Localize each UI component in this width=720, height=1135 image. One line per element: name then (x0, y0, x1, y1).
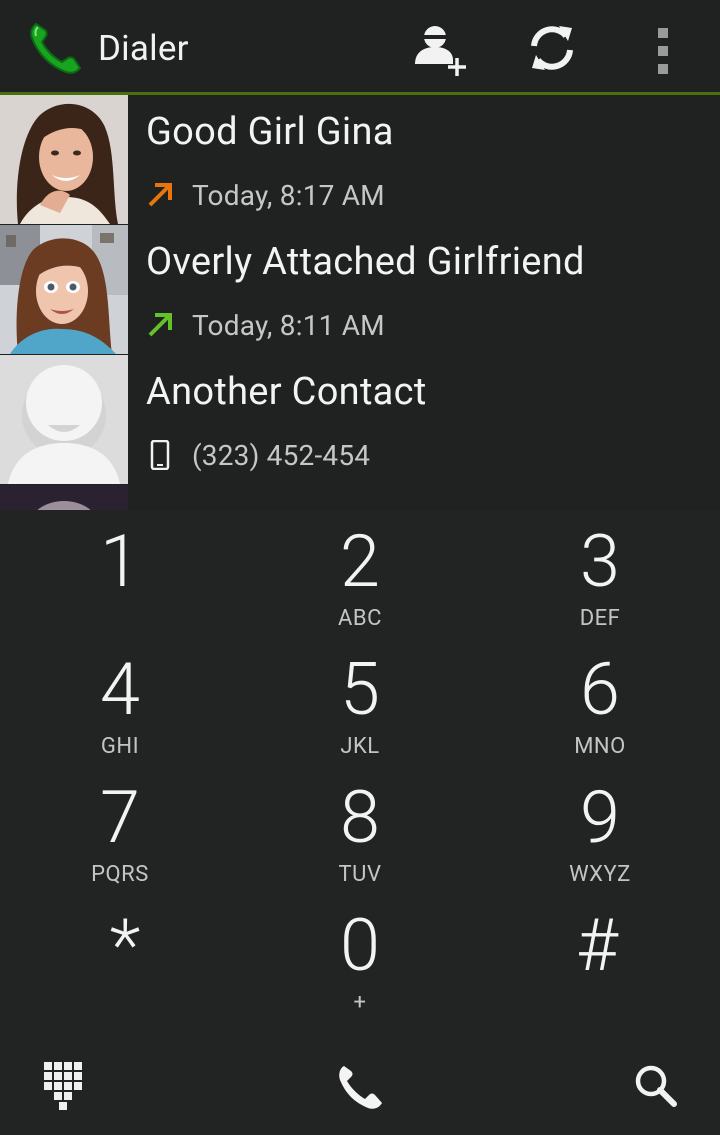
key-letters: PQRS (91, 862, 149, 887)
bottom-action-bar (0, 1035, 720, 1135)
dialpad-key-3[interactable]: 3 DEF (480, 510, 720, 638)
call-detail: Today, 8:17 AM (146, 177, 385, 213)
key-letters: ABC (338, 606, 382, 631)
contact-photo[interactable] (0, 95, 128, 224)
overflow-menu-button[interactable] (634, 18, 694, 78)
mobile-phone-icon (146, 440, 174, 470)
phone-app-icon (26, 18, 86, 78)
sync-icon (531, 26, 573, 70)
default-avatar-icon (0, 355, 128, 484)
contact-name: Good Girl Gina (146, 110, 394, 154)
call-detail: Today, 8:11 AM (146, 307, 385, 343)
dialpad: 1 2 ABC 3 DEF 4 GHI 5 JKL 6 MNO 7 PQRS 8 TUV 9W… (0, 510, 720, 1055)
recent-calls-list[interactable]: Good Girl Gina Today, 8:17 AM Overly Att… (0, 95, 720, 510)
key-letters: WXYZ (569, 862, 631, 887)
key-digit: 5 (340, 647, 380, 732)
contact-name: Another Contact (146, 370, 427, 414)
contact-photo[interactable] (0, 225, 128, 354)
dialpad-key-5[interactable]: 5 JKL (240, 638, 480, 766)
app-title: Dialer (98, 28, 189, 69)
contact-name: Overly Attached Girlfriend (146, 240, 585, 284)
sync-button[interactable] (522, 18, 582, 78)
search-icon (635, 1065, 677, 1107)
dialpad-key-7[interactable]: 7 PQRS (0, 766, 240, 894)
key-digit: # (576, 903, 618, 988)
dialpad-key-hash[interactable]: # (477, 894, 717, 1022)
contact-photo[interactable] (0, 485, 128, 510)
dialpad-key-9[interactable]: 9 WXYZ (480, 766, 720, 894)
key-digit: * (109, 903, 141, 988)
list-item[interactable]: Overly Attached Girlfriend Today, 8:11 A… (0, 225, 720, 357)
dialpad-key-4[interactable]: 4 GHI (0, 638, 240, 766)
key-letters: MNO (574, 734, 626, 759)
key-digit: 4 (100, 647, 140, 732)
key-digit: 9 (580, 775, 620, 860)
action-bar: Dialer (0, 0, 720, 95)
dialpad-key-6[interactable]: 6 MNO (480, 638, 720, 766)
key-letters: GHI (100, 734, 140, 759)
dialpad-toggle-icon (44, 1062, 82, 1110)
key-letters: JKL (340, 734, 380, 759)
outgoing-call-icon (146, 180, 174, 210)
overflow-menu-icon (658, 28, 668, 74)
dialpad-key-1[interactable]: 1 (0, 510, 240, 638)
dialpad-key-0[interactable]: 0 + (240, 894, 480, 1022)
dialpad-key-star[interactable]: * (5, 894, 245, 1022)
call-button[interactable] (324, 1050, 396, 1122)
key-digit: 7 (100, 775, 140, 860)
key-digit: 6 (580, 647, 620, 732)
call-icon (339, 1066, 382, 1109)
key-digit: 8 (340, 775, 380, 860)
key-digit: 3 (580, 519, 620, 604)
dialpad-key-2[interactable]: 2 ABC (240, 510, 480, 638)
key-digit: 1 (100, 519, 140, 604)
key-letters: TUV (338, 862, 382, 887)
key-digit: 2 (340, 519, 380, 604)
key-letters: + (353, 990, 367, 1015)
phone-detail: (323) 452-454 (146, 437, 370, 473)
call-time: Today, 8:11 AM (192, 308, 385, 342)
call-time: Today, 8:17 AM (192, 178, 385, 212)
list-item[interactable] (0, 485, 720, 510)
add-contact-icon (415, 26, 466, 76)
key-letters: DEF (579, 606, 621, 631)
add-contact-button[interactable] (410, 18, 470, 78)
phone-number: (323) 452-454 (192, 438, 371, 472)
list-item[interactable]: Good Girl Gina Today, 8:17 AM (0, 95, 720, 227)
search-button[interactable] (620, 1050, 692, 1122)
list-item[interactable]: Another Contact (323) 452-454 (0, 355, 720, 487)
outgoing-call-icon (146, 310, 174, 340)
dialpad-toggle-button[interactable] (28, 1050, 100, 1122)
dialpad-key-8[interactable]: 8 TUV (240, 766, 480, 894)
contact-photo-placeholder[interactable] (0, 355, 128, 484)
key-digit: 0 (340, 903, 380, 988)
